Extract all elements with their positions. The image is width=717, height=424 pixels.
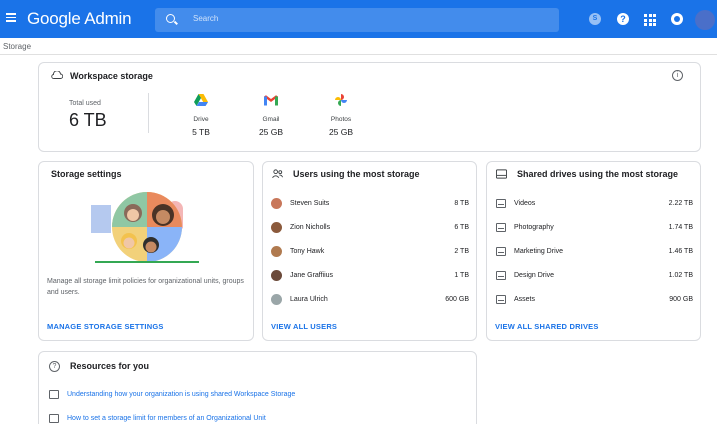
drive-name: Assets [514, 296, 536, 303]
storage-settings-card: Storage settings Manage all storage limi… [38, 161, 254, 341]
gmail-usage: Gmail 25 GB [246, 94, 296, 137]
avatar[interactable] [695, 10, 715, 30]
photos-value: 25 GB [328, 127, 354, 137]
user-row[interactable]: Zion Nicholls 6 TB [271, 222, 469, 236]
avatar [271, 294, 282, 305]
top-app-bar: Google Admin Search S ? [0, 0, 717, 38]
workspace-storage-card: Workspace storage i Total used 6 TB Driv… [38, 62, 701, 152]
user-storage-value: 2 TB [454, 248, 469, 255]
resources-title: Resources for you [70, 361, 150, 371]
drive-storage-value: 2.22 TB [668, 200, 693, 207]
gmail-label: Gmail [262, 116, 280, 123]
view-all-shared-drives-link[interactable]: VIEW ALL SHARED DRIVES [495, 322, 599, 331]
shared-drive-icon [496, 223, 506, 232]
search-placeholder: Search [193, 14, 219, 23]
help-icon[interactable]: ? [617, 13, 629, 25]
resource-link[interactable]: Understanding how your organization is u… [67, 391, 295, 398]
resource-link-row[interactable]: How to set a storage limit for members o… [49, 414, 469, 424]
drive-label: Drive [193, 116, 209, 123]
divider [148, 93, 149, 133]
breadcrumb-divider [0, 54, 717, 55]
shared-drive-icon [496, 247, 506, 256]
app-title[interactable]: Google Admin [27, 9, 132, 29]
breadcrumb[interactable]: Storage [3, 42, 31, 51]
view-all-users-link[interactable]: VIEW ALL USERS [271, 322, 337, 331]
drive-name: Videos [514, 200, 536, 207]
avatar [271, 198, 282, 209]
photos-usage: Photos 25 GB [316, 94, 366, 137]
user-row[interactable]: Tony Hawk 2 TB [271, 246, 469, 260]
avatar [271, 246, 282, 257]
search-input[interactable]: Search [155, 8, 559, 32]
total-used-label: Total used [69, 100, 101, 107]
avatar [271, 222, 282, 233]
shared-drive-icon [496, 271, 506, 280]
drive-row[interactable]: Photography 1.74 TB [495, 222, 693, 236]
notifications-icon[interactable] [671, 13, 683, 25]
users-storage-title: Users using the most storage [293, 169, 420, 179]
users-storage-card: Users using the most storage Steven Suit… [262, 161, 477, 341]
info-icon[interactable]: i [672, 70, 683, 81]
user-storage-value: 600 GB [445, 296, 469, 303]
gmail-icon [264, 95, 278, 106]
users-icon [272, 169, 283, 178]
drive-storage-value: 1.74 TB [668, 224, 693, 231]
drive-storage-value: 1.02 TB [668, 272, 693, 279]
photos-icon [335, 94, 347, 106]
resource-link-row[interactable]: Understanding how your organization is u… [49, 390, 469, 402]
photos-label: Photos [330, 116, 352, 123]
drive-row[interactable]: Assets 900 GB [495, 294, 693, 308]
drive-icon [194, 94, 208, 106]
workspace-storage-title: Workspace storage [70, 71, 153, 81]
article-icon [49, 390, 59, 399]
drive-row[interactable]: Marketing Drive 1.46 TB [495, 246, 693, 260]
total-used-value: 6 TB [69, 110, 107, 130]
drive-row[interactable]: Videos 2.22 TB [495, 198, 693, 212]
drive-row[interactable]: Design Drive 1.02 TB [495, 270, 693, 284]
user-name: Tony Hawk [290, 248, 325, 255]
shared-drive-icon [496, 295, 506, 304]
shared-drive-icon [496, 199, 506, 208]
user-storage-value: 8 TB [454, 200, 469, 207]
shared-drive-icon [496, 169, 507, 179]
resource-link[interactable]: How to set a storage limit for members o… [67, 415, 266, 422]
shared-drives-title: Shared drives using the most storage [517, 169, 679, 179]
storage-settings-description: Manage all storage limit policies for or… [47, 278, 244, 296]
user-row[interactable]: Steven Suits 8 TB [271, 198, 469, 212]
people-illustration [91, 192, 199, 263]
drive-value: 5 TB [192, 127, 210, 137]
shared-drives-card: Shared drives using the most storage Vid… [486, 161, 701, 341]
drive-storage-value: 1.46 TB [668, 248, 693, 255]
user-row[interactable]: Laura Ulrich 600 GB [271, 294, 469, 308]
apps-grid-icon[interactable] [644, 13, 656, 26]
article-icon [49, 414, 59, 423]
user-name: Laura Ulrich [290, 296, 328, 303]
avatar [271, 270, 282, 281]
drive-name: Photography [514, 224, 554, 231]
user-storage-value: 6 TB [454, 224, 469, 231]
drive-usage: Drive 5 TB [176, 94, 226, 137]
gmail-value: 25 GB [258, 127, 284, 137]
drive-name: Design Drive [514, 272, 555, 279]
resources-card: ? Resources for you Understanding how yo… [38, 351, 477, 424]
user-row[interactable]: Jane Graffiius 1 TB [271, 270, 469, 284]
user-storage-value: 1 TB [454, 272, 469, 279]
drive-name: Marketing Drive [514, 248, 564, 255]
search-icon[interactable] [166, 14, 175, 23]
cloud-icon [51, 71, 63, 79]
storage-settings-title: Storage settings [51, 169, 122, 179]
help-circle-icon: ? [49, 361, 60, 372]
drive-storage-value: 900 GB [669, 296, 693, 303]
manage-storage-settings-link[interactable]: MANAGE STORAGE SETTINGS [47, 322, 164, 331]
user-name: Zion Nicholls [290, 224, 331, 231]
account-switch-icon[interactable]: S [589, 13, 601, 25]
user-name: Steven Suits [290, 200, 330, 207]
menu-icon[interactable] [6, 13, 16, 22]
user-name: Jane Graffiius [290, 272, 334, 279]
